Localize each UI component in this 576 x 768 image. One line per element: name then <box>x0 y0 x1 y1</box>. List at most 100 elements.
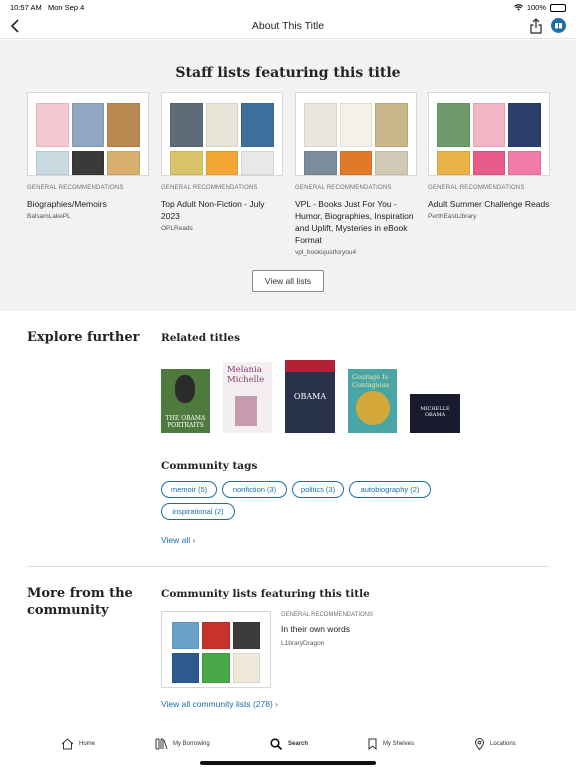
book-cover <box>472 103 506 147</box>
share-icon[interactable] <box>529 17 543 35</box>
community-list-thumbnail[interactable] <box>161 611 271 688</box>
book-cover <box>304 103 337 147</box>
related-title-cover[interactable]: Courage Is Contagious <box>348 369 397 433</box>
tab-locations[interactable]: Locations <box>474 738 516 750</box>
book-cover <box>437 151 470 175</box>
cover-flag <box>285 360 335 372</box>
book-cover <box>205 151 239 175</box>
library-badge-icon[interactable] <box>551 18 566 33</box>
book-cover <box>241 151 275 175</box>
list-category: GENERAL RECOMMENDATIONS <box>161 185 258 191</box>
book-cover <box>508 151 542 175</box>
community-tags-heading: Community tags <box>161 460 258 472</box>
book-cover <box>232 653 260 683</box>
list-author: OPLReads <box>161 225 193 232</box>
community-lists-heading: Community lists featuring this title <box>161 588 370 600</box>
related-title-cover[interactable]: THE OBAMA PORTRAITS <box>161 369 210 433</box>
tab-label: Home <box>79 741 96 747</box>
list-author: vpl_booksjustforyou4 <box>295 249 357 256</box>
list-title[interactable]: Top Adult Non-Fiction - July 2023 <box>161 198 283 222</box>
list-thumbnail <box>295 92 417 176</box>
list-category: GENERAL RECOMMENDATIONS <box>27 185 124 191</box>
list-author: L1braryDragon <box>281 640 325 647</box>
book-cover <box>71 103 105 147</box>
status-time: 10:57 AM <box>10 3 42 12</box>
tab-home[interactable]: Home <box>61 738 95 750</box>
view-all-community-lists-link[interactable]: View all community lists (278) › <box>161 699 278 709</box>
book-cover <box>241 103 275 147</box>
related-title-cover[interactable]: OBAMA <box>285 360 335 433</box>
view-all-lists-button[interactable]: View all lists <box>252 270 324 292</box>
tab-search[interactable]: Search <box>270 738 308 750</box>
status-date: Mon Sep 4 <box>47 3 85 12</box>
tab-label: My Borrowing <box>173 741 210 747</box>
tag-chip[interactable]: nonfiction (3) <box>222 481 287 498</box>
related-titles-heading: Related titles <box>161 332 240 344</box>
staff-lists-section: Staff lists featuring this title GENERAL… <box>0 40 576 311</box>
page-title: About This Title <box>251 20 325 32</box>
status-bar: 10:57 AM Mon Sep 4 100% <box>0 0 576 14</box>
tab-my-borrowing[interactable]: My Borrowing <box>155 738 210 750</box>
home-icon <box>61 738 74 750</box>
related-title-cover[interactable]: Melania Michelle <box>223 362 272 433</box>
tab-label: Search <box>288 741 309 747</box>
book-cover <box>202 653 230 683</box>
tag-chip[interactable]: memoir (5) <box>161 481 217 498</box>
tab-my-shelves[interactable]: My Shelves <box>367 738 414 750</box>
cover-title: THE OBAMA PORTRAITS <box>165 415 206 429</box>
book-cover <box>304 151 337 175</box>
tag-chip[interactable]: politics (3) <box>292 481 344 498</box>
tab-label: My Shelves <box>383 741 415 747</box>
book-cover <box>170 151 203 175</box>
section-divider <box>27 566 549 567</box>
book-cover <box>107 151 141 175</box>
list-thumbnail <box>27 92 149 176</box>
battery-icon <box>550 3 566 12</box>
book-cover <box>375 103 409 147</box>
location-pin-icon <box>474 738 485 750</box>
related-title-cover[interactable]: MICHELLE OBAMA <box>410 394 460 433</box>
list-title[interactable]: In their own words <box>281 624 350 634</box>
list-thumbnail <box>428 92 550 176</box>
book-cover <box>172 622 200 649</box>
tag-chip[interactable]: inspirational (2) <box>161 503 235 520</box>
staff-list-card[interactable]: GENERAL RECOMMENDATIONS Adult Summer Cha… <box>428 92 550 220</box>
nav-bar: About This Title <box>0 14 576 39</box>
staff-list-card[interactable]: GENERAL RECOMMENDATIONS VPL - Books Just… <box>295 92 417 256</box>
cover-title: Melania Michelle <box>227 365 265 385</box>
book-cover <box>205 103 239 147</box>
list-category: GENERAL RECOMMENDATIONS <box>281 612 374 618</box>
tab-label: Locations <box>490 741 516 747</box>
portrait-figure <box>175 375 195 403</box>
list-title[interactable]: Biographies/Memoirs <box>27 198 149 210</box>
book-cover <box>202 622 230 649</box>
list-thumbnail <box>161 92 283 176</box>
staff-list-card[interactable]: GENERAL RECOMMENDATIONS Biographies/Memo… <box>27 92 149 220</box>
wifi-icon <box>513 4 523 11</box>
book-cover <box>339 103 373 147</box>
book-cover <box>472 151 506 175</box>
home-indicator <box>200 761 376 765</box>
list-title[interactable]: Adult Summer Challenge Reads <box>428 198 550 210</box>
staff-list-card[interactable]: GENERAL RECOMMENDATIONS Top Adult Non-Fi… <box>161 92 283 232</box>
list-author: BalsamLakePL <box>27 213 71 220</box>
list-title[interactable]: VPL - Books Just For You - Humor, Biogra… <box>295 198 417 246</box>
cover-title: OBAMA <box>293 392 327 401</box>
book-cover <box>170 103 203 147</box>
view-all-tags-link[interactable]: View all › <box>161 535 195 545</box>
battery-percent: 100% <box>526 3 546 12</box>
search-icon <box>270 738 283 750</box>
book-cover <box>36 151 69 175</box>
cover-title: Courage Is Contagious <box>352 373 390 389</box>
book-cover <box>508 103 542 147</box>
cover-image <box>235 396 257 426</box>
staff-lists-heading: Staff lists featuring this title <box>175 65 401 81</box>
books-icon <box>155 738 168 750</box>
tag-chip[interactable]: autobiography (2) <box>349 481 431 498</box>
more-from-community-heading: More from the community <box>27 586 133 618</box>
cover-title: MICHELLE OBAMA <box>420 406 450 418</box>
cover-medallion <box>356 391 390 425</box>
bookmark-icon <box>368 738 377 750</box>
list-category: GENERAL RECOMMENDATIONS <box>428 185 525 191</box>
book-cover <box>36 103 69 147</box>
